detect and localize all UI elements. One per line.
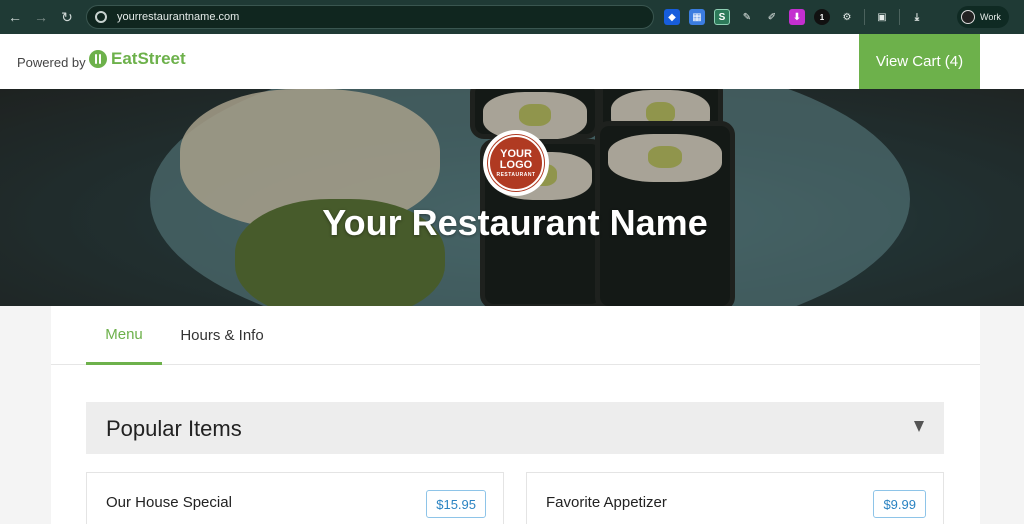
tab-hours-info[interactable]: Hours & Info — [175, 306, 269, 365]
caret-down-icon[interactable] — [914, 421, 924, 432]
powered-by-label: Powered by — [17, 55, 86, 70]
logo-text-line: LOGO — [499, 158, 533, 171]
item-name: Favorite Appetizer — [546, 494, 667, 511]
tab-menu[interactable]: Menu — [86, 306, 162, 365]
back-icon[interactable]: ← — [2, 4, 28, 30]
fork-icon — [89, 50, 107, 68]
profile-label: Work — [980, 12, 1001, 22]
logo-text-line: YOUR — [500, 147, 532, 160]
counter-ext-icon[interactable]: 1 — [814, 9, 830, 25]
logo-text-line: RESTAURANT — [496, 171, 536, 178]
reading-mode-icon[interactable]: ▣ — [874, 9, 890, 25]
menu-item-card[interactable]: Favorite Appetizer $9.99 — [526, 472, 944, 524]
menu-panel: Menu Hours & Info Popular Items Our Hous… — [51, 306, 980, 524]
site-header: Powered by EatStreet View Cart (4) — [0, 34, 1024, 89]
forward-icon[interactable]: → — [28, 4, 54, 30]
popular-items-header[interactable]: Popular Items — [86, 402, 944, 454]
bitwarden-icon[interactable]: ◆ — [664, 9, 680, 25]
calendar-ext-icon[interactable]: ▦ — [689, 9, 705, 25]
menu-item-card[interactable]: Our House Special $15.95 — [86, 472, 504, 524]
avatar — [961, 10, 975, 24]
edit-ext-icon[interactable]: ✐ — [764, 9, 780, 25]
s-ext-icon[interactable]: S — [714, 9, 730, 25]
toolbar-divider — [864, 9, 865, 25]
reload-icon[interactable]: ↻ — [54, 4, 80, 30]
download-ext-icon[interactable]: ⬇ — [789, 9, 805, 25]
downloads-icon[interactable]: ⤓ — [909, 9, 925, 25]
browser-toolbar: ← → ↻ yourrestaurantname.com ◆ ▦ S ✎ ✐ ⬇… — [0, 0, 1024, 34]
url-text[interactable]: yourrestaurantname.com — [117, 11, 239, 23]
toolbar-divider — [899, 9, 900, 25]
section-title: Popular Items — [106, 416, 242, 441]
eatstreet-logo[interactable]: EatStreet — [89, 49, 186, 69]
puzzle-icon[interactable]: ⚙ — [839, 9, 855, 25]
address-bar[interactable]: yourrestaurantname.com — [86, 5, 654, 29]
site-info-icon[interactable] — [95, 11, 107, 23]
item-price[interactable]: $9.99 — [873, 490, 926, 518]
hero-overlay — [0, 89, 1024, 306]
item-name: Our House Special — [106, 494, 232, 511]
item-price[interactable]: $15.95 — [426, 490, 486, 518]
eyedropper-icon[interactable]: ✎ — [739, 9, 755, 25]
hero-banner: YOUR LOGO RESTAURANT Your Restaurant Nam… — [0, 89, 1024, 306]
view-cart-button[interactable]: View Cart (4) — [859, 34, 980, 89]
brand-name: EatStreet — [111, 49, 186, 68]
profile-button[interactable]: Work — [957, 6, 1009, 28]
restaurant-logo: YOUR LOGO RESTAURANT — [483, 130, 549, 196]
extensions-bar: ◆ ▦ S ✎ ✐ ⬇ 1 ⚙ ▣ ⤓ — [664, 7, 925, 27]
restaurant-name: Your Restaurant Name — [322, 202, 708, 243]
tab-bar: Menu Hours & Info — [51, 306, 980, 365]
